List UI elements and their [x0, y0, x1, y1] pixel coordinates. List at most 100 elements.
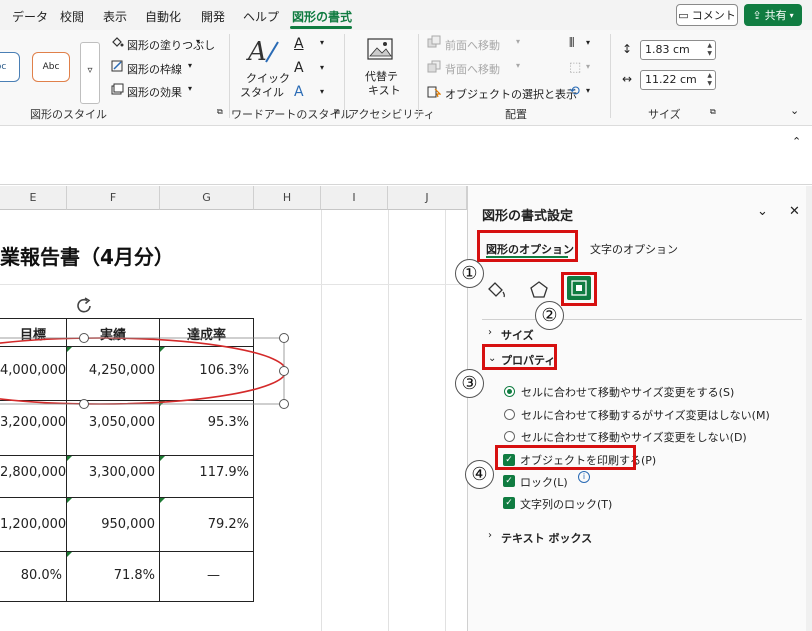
error-indicator-icon[interactable] — [160, 498, 165, 503]
table-border — [0, 455, 254, 456]
table-cell[interactable]: 71.8% — [67, 568, 155, 588]
radio-no-move-no-size[interactable] — [504, 431, 515, 442]
shape-height-input[interactable]: 1.83 cm ▲ ▼ — [640, 40, 716, 60]
share-label: 共有 — [764, 9, 787, 22]
close-icon[interactable]: ✕ — [789, 204, 800, 219]
chevron-down-icon[interactable]: ⌄ — [757, 204, 768, 219]
radio-move-no-size[interactable] — [504, 409, 515, 420]
group-objects-icon[interactable]: ⬚ — [569, 60, 581, 75]
table-cell[interactable]: 79.2% — [160, 517, 249, 537]
checkbox-label[interactable]: ロック(L) — [520, 474, 568, 490]
text-fill-icon[interactable]: A — [294, 36, 304, 52]
radio-label[interactable]: セルに合わせて移動やサイズ変更をする(S) — [521, 384, 734, 400]
send-backward-icon — [427, 60, 441, 73]
dialog-launcher-icon[interactable]: ⧉ — [334, 107, 340, 117]
radio-move-and-size[interactable] — [504, 386, 515, 397]
table-cell[interactable]: 117.9% — [160, 465, 249, 485]
radio-label[interactable]: セルに合わせて移動するがサイズ変更はしない(M) — [521, 407, 770, 423]
menu-automate[interactable]: 自動化 — [145, 8, 181, 25]
table-cell[interactable]: 950,000 — [67, 517, 155, 537]
error-indicator-icon[interactable] — [67, 456, 72, 461]
expand-formula-bar-icon[interactable]: ⌃ — [792, 135, 801, 148]
error-indicator-icon[interactable] — [67, 552, 72, 557]
dialog-launcher-icon[interactable]: ⧉ — [217, 107, 223, 117]
fill-line-icon[interactable] — [483, 279, 509, 301]
rotate-icon[interactable]: ⟲ — [569, 84, 580, 99]
tab-text-options[interactable]: 文字のオプション — [590, 241, 678, 257]
comment-button[interactable]: ▭ コメント — [676, 4, 738, 26]
column-letter: I — [352, 191, 356, 204]
info-icon[interactable]: i — [578, 471, 590, 483]
menu-help[interactable]: ヘルプ — [243, 8, 279, 25]
dialog-launcher-icon[interactable]: ⧉ — [710, 107, 716, 117]
table-cell[interactable]: 3,200,000 — [0, 415, 66, 435]
bring-forward-icon — [427, 35, 441, 48]
checkbox-lock[interactable]: ✓ — [503, 475, 515, 487]
format-shape-pane: 図形の書式設定 ⌄ ✕ 図形のオプション 文字のオプション › サイズ ⌄ プロ… — [467, 186, 812, 631]
column-header-i[interactable]: I — [321, 186, 388, 210]
table-border — [0, 551, 254, 552]
quick-style-line2[interactable]: スタイル — [240, 84, 284, 100]
shape-width-input[interactable]: 11.22 cm ▲ ▼ — [640, 70, 716, 90]
column-header-g[interactable]: G — [160, 186, 254, 210]
gridline — [321, 210, 322, 631]
worksheet[interactable]: E F G H I J 業報告書（4月分） 目標 実績 達成率 4,000,00… — [0, 186, 467, 631]
bring-forward-button[interactable]: 前面へ移動 — [445, 37, 500, 53]
ribbon-collapse-chevron-icon[interactable]: ⌄ — [790, 104, 799, 117]
menu-developer[interactable]: 開発 — [201, 8, 225, 25]
table-cell[interactable]: 2,800,000 — [0, 465, 66, 485]
text-outline-icon[interactable]: A — [294, 60, 304, 76]
share-button[interactable]: ⇪ 共有 ▾ — [744, 4, 802, 26]
style-sample-text: Abc — [42, 62, 60, 72]
selection-pane-icon — [427, 86, 441, 98]
table-cell[interactable]: 3,050,000 — [67, 415, 155, 435]
pane-scrollbar[interactable] — [806, 186, 812, 631]
chevron-right-icon[interactable]: › — [488, 530, 492, 541]
shape-style-sample-orange[interactable]: Abc — [32, 52, 70, 82]
share-icon: ⇪ — [752, 8, 762, 22]
formula-bar-area[interactable]: ⌃ — [0, 127, 812, 185]
shape-style-sample-blue[interactable]: bc — [0, 52, 20, 82]
column-header-f[interactable]: F — [67, 186, 160, 210]
report-title: 業報告書（4月分） — [0, 245, 174, 269]
shape-fill-button[interactable]: 図形の塗りつぶし — [127, 37, 215, 53]
error-indicator-icon[interactable] — [67, 498, 72, 503]
section-size[interactable]: サイズ — [501, 327, 534, 343]
comment-label: コメント — [691, 9, 736, 22]
error-indicator-icon[interactable] — [160, 456, 165, 461]
table-cell[interactable]: 80.0% — [0, 568, 62, 588]
style-sample-text: bc — [0, 62, 7, 72]
menu-data[interactable]: データ — [12, 8, 48, 25]
menu-shape-format[interactable]: 図形の書式 — [292, 8, 352, 25]
checkbox-lock-text[interactable]: ✓ — [503, 497, 515, 509]
column-header-e[interactable]: E — [0, 186, 67, 210]
selection-pane-button[interactable]: オブジェクトの選択と表示 — [445, 86, 577, 102]
spinner-icon[interactable]: ▲ ▼ — [707, 72, 712, 88]
column-header-j[interactable]: J — [388, 186, 467, 210]
shape-outline-button[interactable]: 図形の枠線 — [127, 61, 182, 77]
table-cell[interactable]: 1,200,000 — [0, 517, 66, 537]
table-cell[interactable]: — — [160, 568, 220, 588]
align-icon[interactable]: ⫴ — [569, 36, 574, 51]
table-cell[interactable]: 95.3% — [160, 415, 249, 435]
style-gallery-more-button[interactable]: ▿ — [80, 42, 100, 104]
text-effects-icon[interactable]: A — [294, 84, 304, 100]
shape-effects-button[interactable]: 図形の効果 — [127, 84, 182, 100]
selected-ellipse-shape[interactable] — [0, 286, 300, 416]
column-header-h[interactable]: H — [254, 186, 321, 210]
rotation-handle-icon[interactable] — [75, 297, 95, 315]
spinner-icon[interactable]: ▲ ▼ — [707, 42, 712, 58]
table-cell[interactable]: 3,300,000 — [67, 465, 155, 485]
chevron-right-icon[interactable]: › — [488, 327, 492, 338]
menu-view[interactable]: 表示 — [103, 8, 127, 25]
column-letter: G — [202, 191, 211, 204]
section-textbox[interactable]: テキスト ボックス — [501, 530, 592, 546]
send-backward-button[interactable]: 背面へ移動 — [445, 61, 500, 77]
menu-review[interactable]: 校閲 — [60, 8, 84, 25]
menu-bar: データ 校閲 表示 自動化 開発 ヘルプ 図形の書式 ▭ コメント ⇪ 共有 ▾ — [0, 0, 812, 30]
chevron-down-icon: ▾ — [586, 38, 591, 47]
effects-pentagon-icon[interactable] — [528, 279, 550, 301]
checkbox-label[interactable]: 文字列のロック(T) — [520, 496, 612, 512]
radio-label[interactable]: セルに合わせて移動やサイズ変更をしない(D) — [521, 429, 747, 445]
alt-text-line2[interactable]: キスト — [368, 82, 401, 98]
